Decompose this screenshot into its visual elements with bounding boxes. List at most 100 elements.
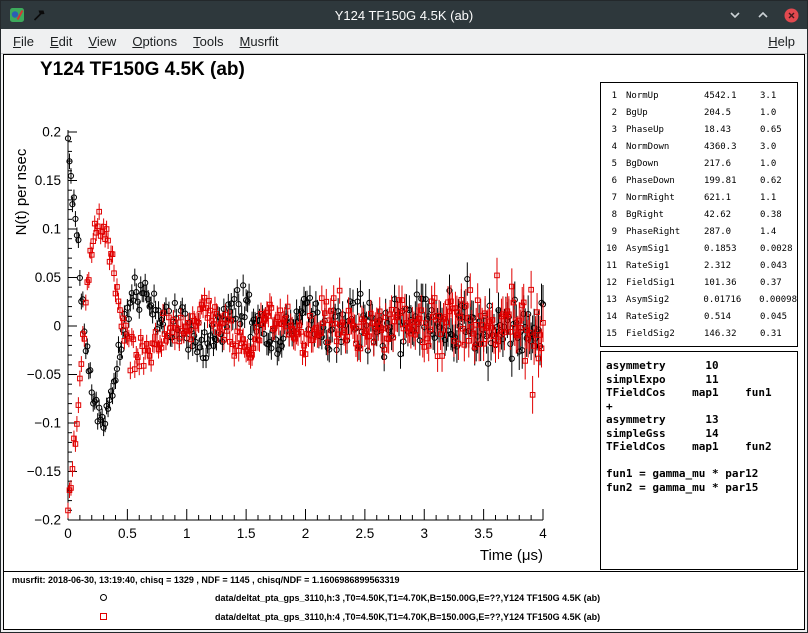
legend-entry: data/deltat_pta_gps_3110,h:4 ,T0=4.50K,T…: [100, 607, 600, 626]
parameter-value: 2.312: [704, 258, 760, 275]
menu-item-tools[interactable]: Tools: [185, 31, 231, 52]
y-axis-title: N(t) per nsec: [13, 148, 30, 235]
parameter-error: 0.65: [760, 122, 797, 139]
svg-text:0.15: 0.15: [35, 173, 61, 188]
parameter-error: 0.38: [760, 207, 797, 224]
parameter-row: 2 BgUp204.51.0: [601, 105, 797, 122]
close-button[interactable]: [783, 7, 799, 23]
x-axis-title: Time (μs): [480, 547, 543, 564]
parameter-n: 1: [601, 88, 617, 105]
plot-title: Y124 TF150G 4.5K (ab): [40, 59, 245, 81]
parameter-name: BgRight: [626, 207, 704, 224]
parameter-error: 0.045: [760, 309, 797, 326]
parameter-name: PhaseDown: [626, 173, 704, 190]
chart-svg: −0.2−0.15−0.1−0.0500.050.10.150.200.511.…: [6, 87, 598, 573]
menu-item-options[interactable]: Options: [124, 31, 185, 52]
svg-text:−0.1: −0.1: [34, 416, 61, 431]
parameter-value: 42.62: [704, 207, 760, 224]
parameter-row: 5BgDown217.61.0: [601, 156, 797, 173]
svg-text:0: 0: [53, 319, 61, 334]
theory-line: +: [606, 400, 792, 414]
parameter-row: 12FieldSig1101.360.37: [601, 275, 797, 292]
theory-line: TFieldCos map1 fun1: [606, 386, 792, 400]
parameter-name: RateSig2: [626, 309, 704, 326]
parameter-n: 9: [601, 224, 617, 241]
parameter-row: 3PhaseUp18.430.65: [601, 122, 797, 139]
parameter-name: PhaseRight: [626, 224, 704, 241]
parameter-name: NormDown: [626, 139, 704, 156]
menu-item-file[interactable]: File: [5, 31, 42, 52]
parameter-n: 11: [601, 258, 617, 275]
theory-box: asymmetry 10simplExpo 11TFieldCos map1 f…: [600, 351, 798, 570]
parameter-row: 6PhaseDown199.810.62: [601, 173, 797, 190]
svg-text:2: 2: [302, 526, 310, 541]
theory-line: fun2 = gamma_mu * par15: [606, 481, 792, 495]
menu-item-edit[interactable]: Edit: [42, 31, 80, 52]
parameter-error: 1.1: [760, 190, 797, 207]
maximize-button[interactable]: [755, 7, 771, 23]
menu-item-musrfit[interactable]: Musrfit: [232, 31, 287, 52]
theory-line: asymmetry 13: [606, 413, 792, 427]
titlebar[interactable]: Y124 TF150G 4.5K (ab): [1, 1, 807, 29]
parameter-error: 0.00098: [759, 292, 797, 309]
svg-text:0.1: 0.1: [42, 222, 61, 237]
theory-line: TFieldCos map1 fun2: [606, 440, 792, 454]
svg-text:3: 3: [420, 526, 428, 541]
menu-item-help[interactable]: Help: [760, 31, 803, 52]
fit-status-line: musrfit: 2018-06-30, 13:19:40, chisq = 1…: [12, 575, 399, 585]
menubar: FileEditViewOptionsToolsMusrfit Help: [1, 29, 807, 54]
legend-entry: data/deltat_pta_gps_3110,h:3 ,T0=4.50K,T…: [100, 588, 600, 607]
parameter-value: 18.43: [704, 122, 760, 139]
series-square: [66, 203, 546, 518]
parameter-error: 0.62: [760, 173, 797, 190]
parameter-error: 0.31: [760, 326, 797, 343]
minimize-button[interactable]: [727, 7, 743, 23]
parameter-error: 1.0: [760, 105, 797, 122]
parameter-row: 10AsymSig10.18530.0028: [601, 241, 797, 258]
svg-text:0.05: 0.05: [35, 270, 61, 285]
parameter-row: 11RateSig12.3120.043: [601, 258, 797, 275]
parameter-row: 14RateSig20.5140.045: [601, 309, 797, 326]
parameter-name: NormUp: [626, 88, 704, 105]
parameter-value: 204.5: [704, 105, 760, 122]
parameter-value: 4360.3: [704, 139, 760, 156]
parameter-n: 6: [601, 173, 617, 190]
parameter-n: 3: [601, 122, 617, 139]
svg-text:−0.2: −0.2: [34, 513, 61, 528]
parameter-n: 4: [601, 139, 617, 156]
menu-item-view[interactable]: View: [80, 31, 124, 52]
app-window: Y124 TF150G 4.5K (ab) FileEditViewOption…: [0, 0, 808, 633]
separator-line: [4, 571, 804, 572]
series-circle: [65, 131, 545, 437]
parameter-name: AsymSig1: [626, 241, 704, 258]
theory-line: asymmetry 10: [606, 359, 792, 373]
parameter-name: AsymSig2: [626, 292, 704, 309]
square-marker-icon: [100, 613, 107, 620]
data-points: [65, 131, 545, 519]
parameter-value: 0.514: [704, 309, 760, 326]
parameter-name: FieldSig2: [626, 326, 704, 343]
parameter-name: RateSig1: [626, 258, 704, 275]
circle-marker-icon: [100, 594, 107, 601]
parameter-error: 3.1: [760, 88, 797, 105]
parameter-row: 13AsymSig20.017160.00098: [601, 292, 797, 309]
theory-line: simplExpo 11: [606, 373, 792, 387]
theory-line: simpleGss 14: [606, 427, 792, 441]
parameter-n: 5: [601, 156, 617, 173]
svg-text:−0.15: −0.15: [27, 464, 61, 479]
parameter-name: BgUp: [626, 105, 704, 122]
theory-line: fun1 = gamma_mu * par12: [606, 467, 792, 481]
parameter-row: 4NormDown4360.33.0: [601, 139, 797, 156]
parameter-box: 1NormUp4542.13.12BgUp204.51.03PhaseUp18.…: [600, 82, 798, 347]
parameter-value: 0.01716: [703, 292, 759, 309]
svg-text:0.5: 0.5: [118, 526, 137, 541]
parameter-row: 9PhaseRight287.01.4: [601, 224, 797, 241]
parameter-n: 7: [601, 190, 617, 207]
svg-text:3.5: 3.5: [474, 526, 493, 541]
svg-text:0.2: 0.2: [42, 125, 61, 140]
parameter-row: 7NormRight621.11.1: [601, 190, 797, 207]
svg-text:−0.05: −0.05: [27, 367, 61, 382]
parameter-n: 2: [601, 105, 617, 122]
svg-text:1: 1: [183, 526, 191, 541]
parameter-name: BgDown: [626, 156, 704, 173]
